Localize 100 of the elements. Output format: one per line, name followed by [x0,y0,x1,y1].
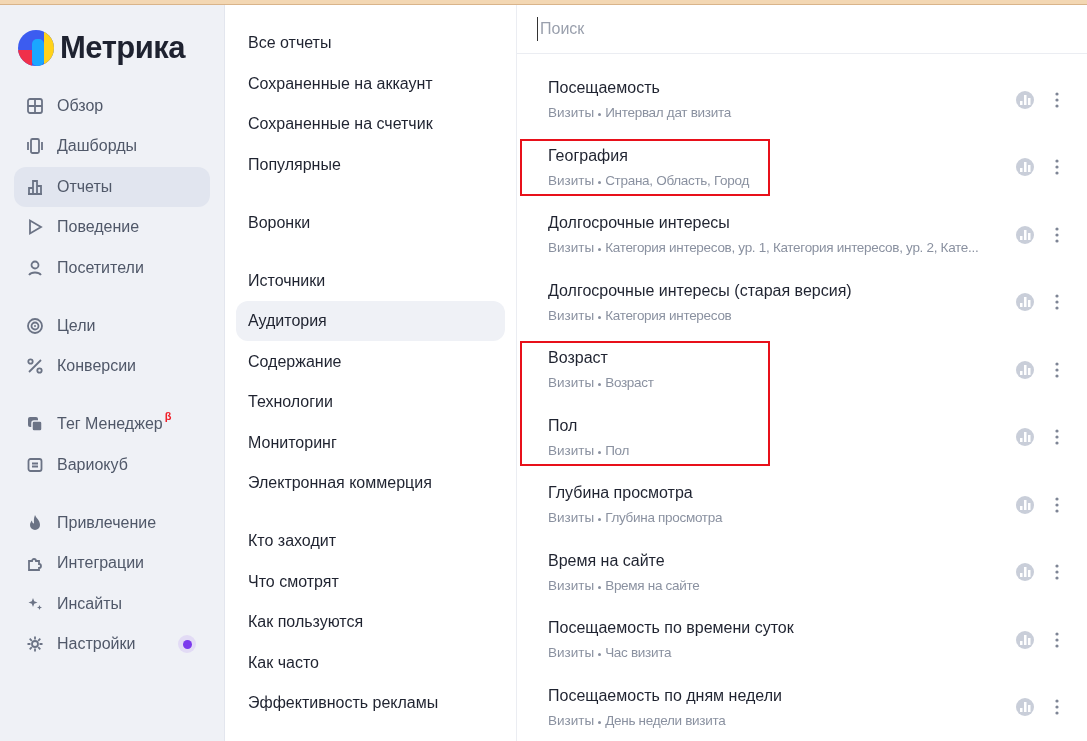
category-item[interactable]: Эффективность рекламы [236,683,505,723]
report-row[interactable]: Время на сайте Визиты Время на сайте [517,538,1087,606]
report-dimensions: Интервал дат визита [605,104,731,123]
report-dimensions: Возраст [605,374,654,393]
category-item[interactable]: Все отчеты [236,23,505,63]
report-row[interactable]: Долгосрочные интересы Визиты Категория интересов, ур. 1, Категория интересов, ур. 2, Кате... [517,201,1087,269]
sidebar-item[interactable]: Дашборды [14,126,210,166]
beta-label: β [164,410,172,422]
report-dimensions: Время на сайте [605,576,700,595]
more-icon[interactable] [1055,91,1059,108]
more-icon[interactable] [1055,294,1059,311]
sidebar-label: Отчеты [57,176,113,197]
report-dimensions: Категория интересов [605,306,732,325]
category-item[interactable]: Воронки [236,202,505,243]
report-metric: Визиты [548,306,595,325]
sidebar-label: Настройки [57,634,136,654]
more-icon[interactable] [1055,429,1059,446]
report-title: Долгосрочные интересы [548,213,731,234]
sidebar-label: Цели [57,315,96,336]
sidebar-label: Посетители [57,257,144,278]
report-metric: Визиты [548,441,595,460]
report-metric: Визиты [548,576,595,595]
report-row[interactable]: Посещаемость по времени суток Визиты Час визита [517,606,1087,674]
category-item[interactable]: Содержание [236,341,505,382]
sidebar-item[interactable]: Интеграции [14,543,210,583]
category-item[interactable]: Сохраненные на аккаунт [236,63,505,104]
category-item[interactable]: Как часто [236,642,505,683]
category-item[interactable]: Как пользуются [236,602,505,642]
sidebar-item[interactable]: Обзор [14,85,210,126]
report-row[interactable]: Посещаемость по дням недели Визиты День недели визита [517,673,1087,741]
sidebar-label: Интеграции [57,553,145,573]
sidebar-label: Конверсии [57,356,137,376]
grid-icon [26,96,44,115]
more-icon[interactable] [1055,699,1059,716]
logo-text: Метрика [60,29,186,67]
category-item[interactable]: Источники [236,260,505,301]
search-field[interactable]: Поиск [537,17,1067,41]
report-metric: Визиты [548,104,595,123]
category-item[interactable]: Сохраненные на счетчик [236,104,505,144]
report-dimensions: Пол [605,441,630,460]
report-title: Посещаемость по времени суток [548,618,795,639]
more-icon[interactable] [1055,361,1059,378]
sidebar-label: Дашборды [57,136,137,156]
report-dimensions: Категория интересов, ур. 1, Категория интересов, ур. 2, Кате... [605,239,979,258]
card-icon [26,455,44,474]
report-metric: Визиты [548,239,595,258]
settings-icon [26,635,44,653]
bar-chart-icon [26,177,44,196]
category-item[interactable]: Технологии [236,382,505,422]
sidebar-item[interactable]: Поведение [14,207,210,247]
report-dimensions: Глубина просмотра [605,509,723,528]
sidebar-item[interactable]: Вариокуб [14,444,210,485]
category-item[interactable]: Мониторинг [236,422,505,463]
report-title: Время на сайте [548,550,666,571]
category-item[interactable]: Аудитория [236,301,505,341]
sidebar-item[interactable]: Посетители [14,247,210,288]
report-row[interactable]: Посещаемость Визиты Интервал дат визита [517,66,1087,134]
report-title: Долгосрочные интересы (старая версия) [548,280,853,301]
report-metric: Визиты [548,171,595,190]
more-icon[interactable] [1055,564,1059,581]
sidebar-label: Инсайты [57,593,122,614]
report-row[interactable]: Долгосрочные интересы (старая версия) Визиты Категория интересов [517,268,1087,336]
sidebar-item[interactable]: Инсайты [14,583,210,624]
category-item[interactable]: Популярные [236,144,505,185]
report-row[interactable]: Пол Визиты Пол [517,403,1087,471]
report-title: Посещаемость [548,78,661,99]
category-item[interactable]: Кто заходит [236,521,505,561]
sidebar-label: Привлечение [57,512,157,533]
sidebar-item[interactable]: Отчеты [14,166,210,207]
percent-icon [26,357,44,375]
sidebar-label: Поведение [57,217,140,237]
logo-icon [18,30,54,67]
report-row[interactable]: Глубина просмотра Визиты Глубина просмотра [517,471,1087,539]
sidebar-item[interactable]: Цели [14,305,210,346]
target-icon [26,316,44,335]
report-metric: Визиты [548,374,595,393]
person-icon [26,258,44,277]
report-title: Посещаемость по дням недели [548,685,783,706]
report-metric: Визиты [548,644,595,663]
report-title: Пол [548,415,579,436]
report-dimensions: День недели визита [605,711,726,730]
category-item[interactable]: Электронная коммерция [236,463,505,503]
panels-icon [26,137,44,155]
report-title: Глубина просмотра [548,483,694,504]
more-icon[interactable] [1055,226,1059,243]
sidebar-item[interactable]: Настройки [14,624,210,664]
report-row[interactable]: География Визиты Страна, Область, Город [517,133,1087,201]
report-row[interactable]: Возраст Визиты Возраст [517,336,1087,404]
report-title: География [548,145,629,166]
more-icon[interactable] [1055,631,1059,648]
more-icon[interactable] [1055,496,1059,513]
category-item[interactable]: Что смотрят [236,561,505,602]
squares-icon [26,415,44,433]
report-title: Возраст [548,348,609,369]
report-dimensions: Страна, Область, Город [605,171,749,190]
sidebar-item[interactable]: Привлечение [14,502,210,543]
sidebar-item[interactable]: Конверсии [14,346,210,386]
sidebar-label: Вариокуб [57,454,128,475]
more-icon[interactable] [1055,159,1059,176]
sidebar-label: Обзор [57,95,104,116]
